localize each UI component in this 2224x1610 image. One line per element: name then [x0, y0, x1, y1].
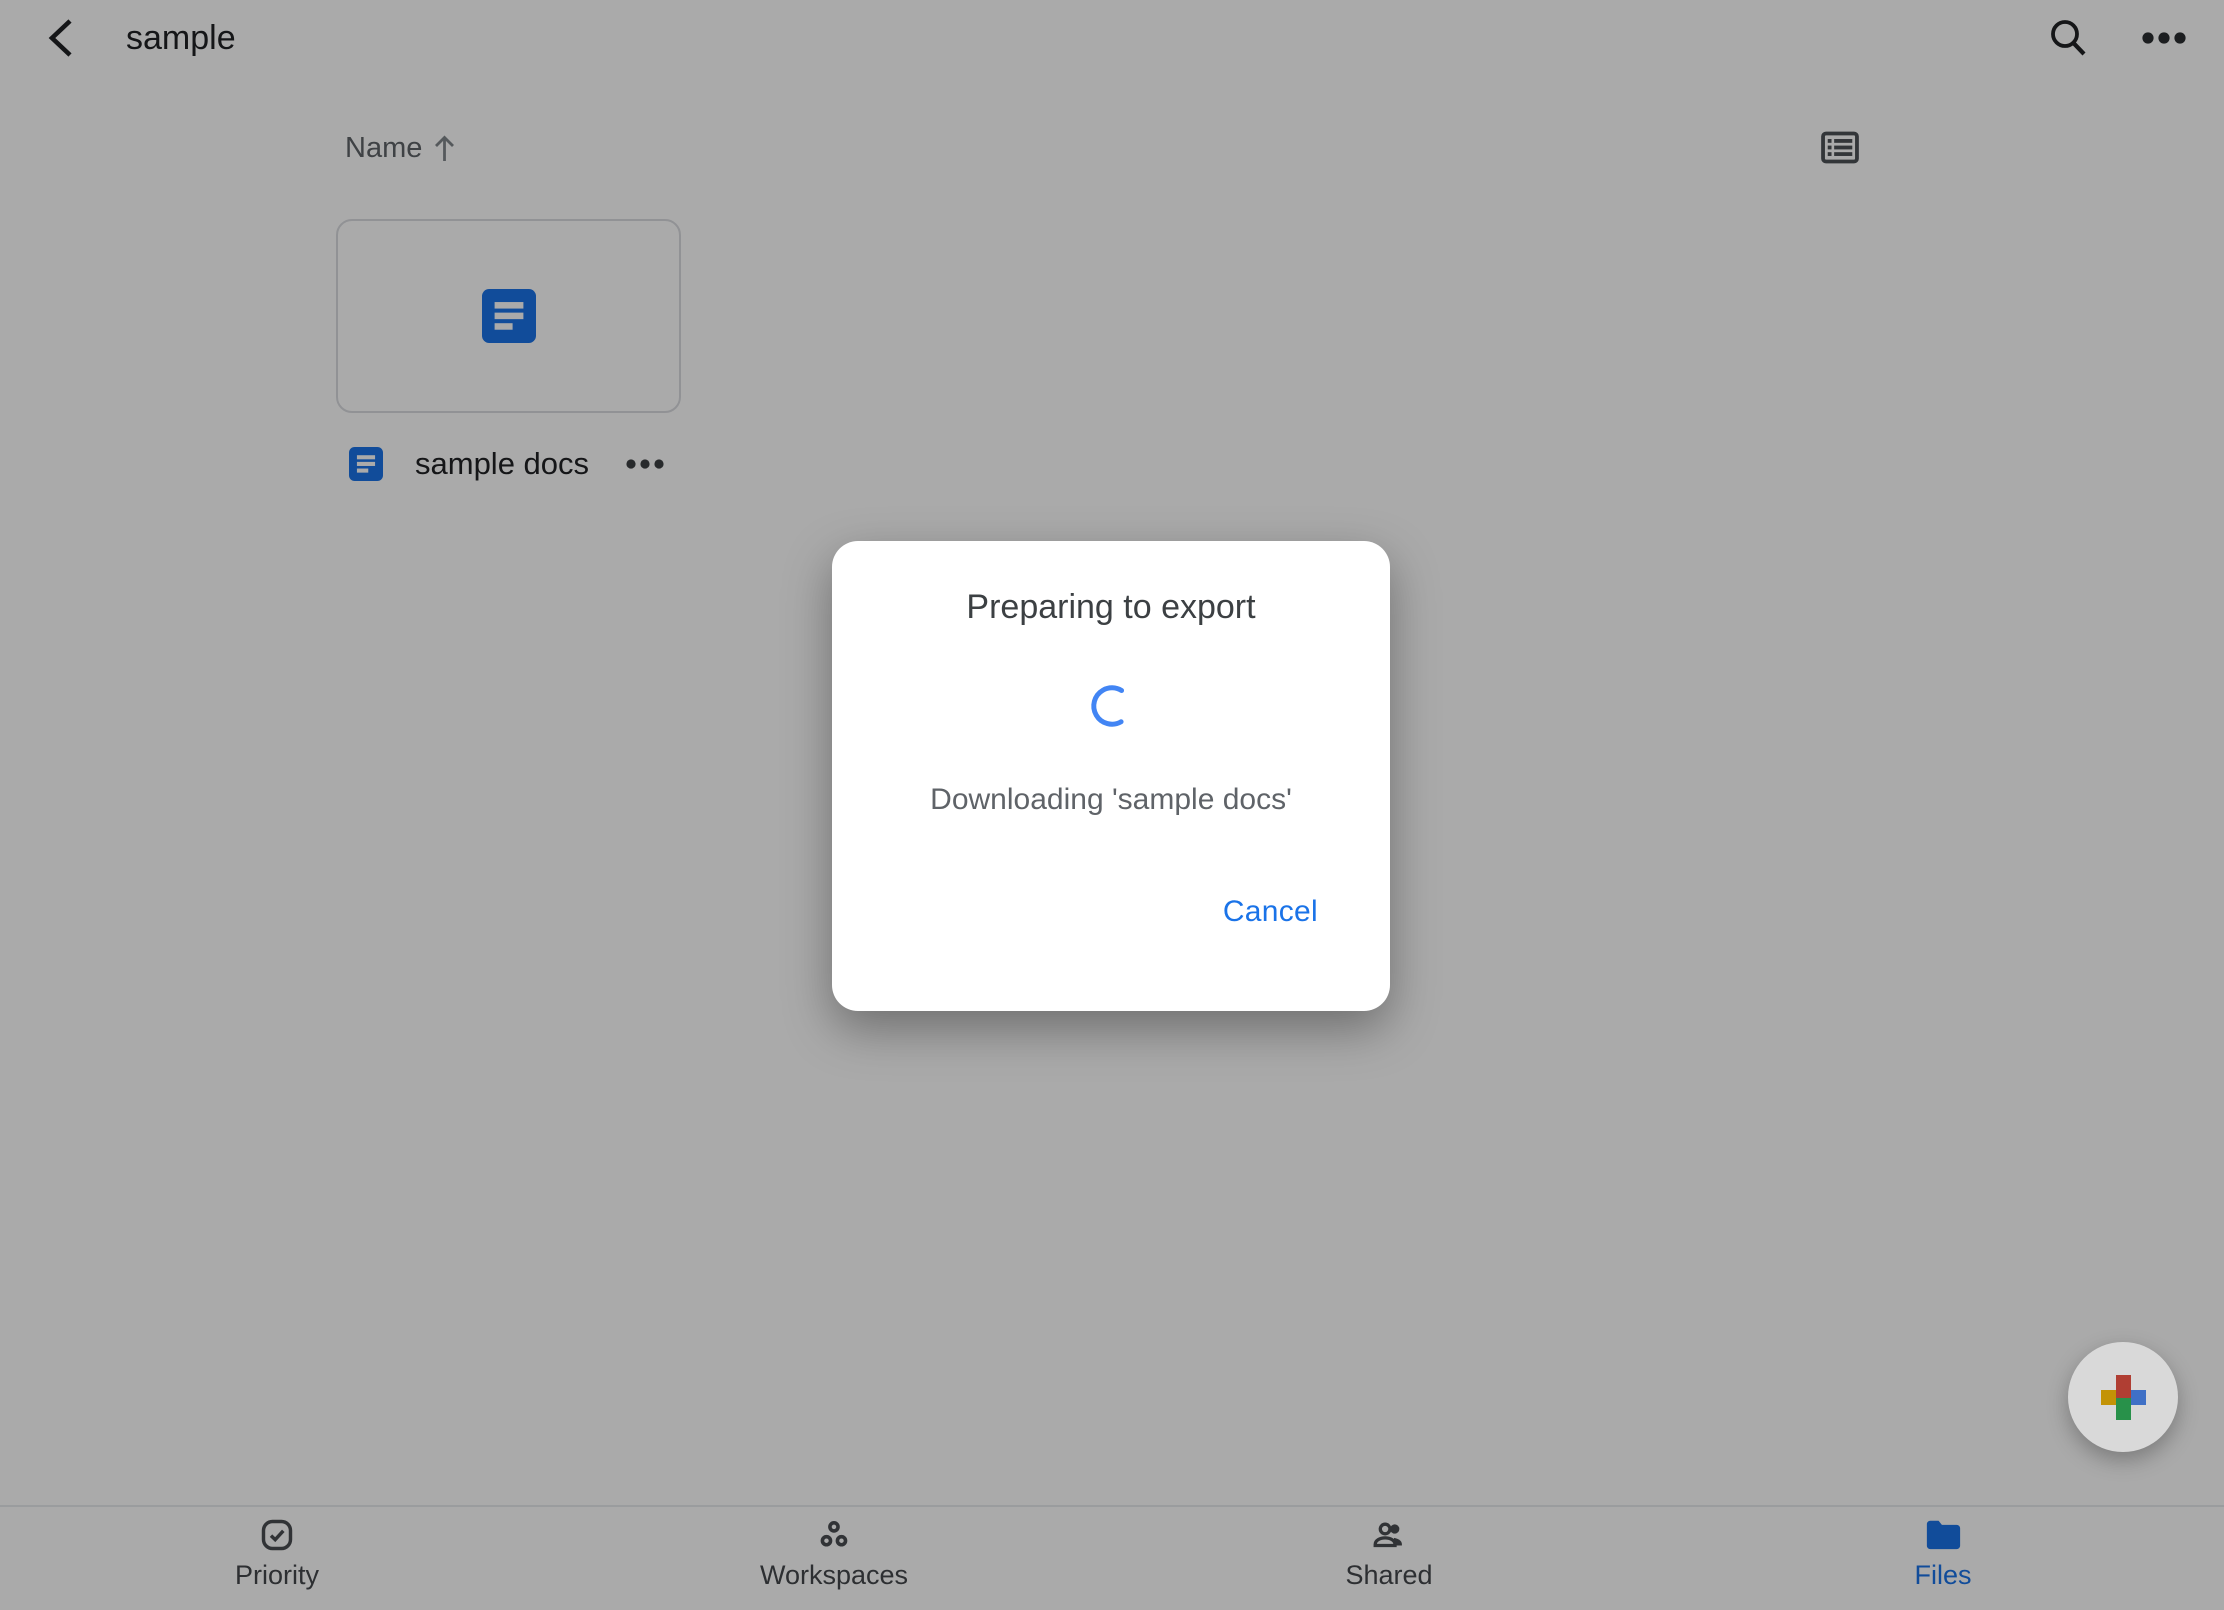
drive-app-screen: sample Name [0, 0, 2224, 1610]
dialog-title: Preparing to export [832, 587, 1390, 627]
multicolor-plus-icon [2099, 1373, 2148, 1422]
preparing-to-export-dialog: Preparing to export Downloading 'sample … [832, 541, 1390, 1011]
cancel-button[interactable]: Cancel [1223, 893, 1318, 931]
loading-spinner-icon [1081, 675, 1144, 738]
dialog-message: Downloading 'sample docs' [832, 779, 1390, 821]
new-item-fab-button[interactable] [2068, 1342, 2178, 1452]
